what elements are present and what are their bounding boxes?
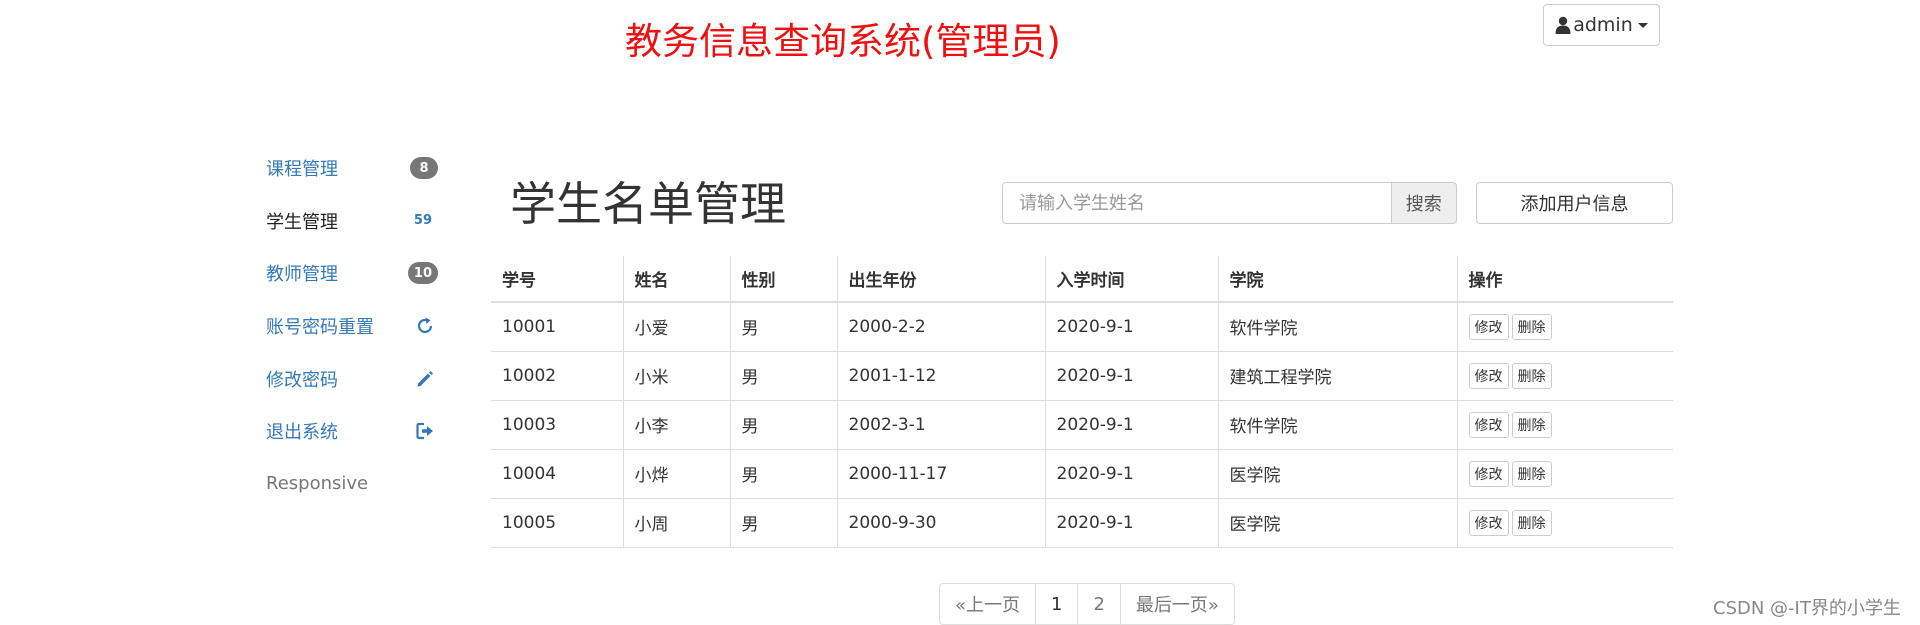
cell-name: 小烨 [622,449,730,499]
table-row: 10005 小周 男 2000-9-30 2020-9-1 医学院 修改 删除 [491,498,1673,548]
sidebar-item-label: 学生管理 [266,211,338,233]
cell-gender: 男 [729,449,837,499]
cell-actions: 修改 删除 [1456,400,1673,450]
sidebar-item-password-reset[interactable]: 账号密码重置 [266,300,438,353]
user-icon [1555,16,1573,34]
cell-enroll-date: 2020-9-1 [1044,449,1218,499]
refresh-icon [414,315,436,337]
delete-button[interactable]: 删除 [1511,509,1552,536]
edit-button[interactable]: 修改 [1468,313,1509,340]
sidebar-item-label: 教师管理 [266,264,338,286]
delete-button[interactable]: 删除 [1511,362,1552,389]
cell-gender: 男 [729,400,837,450]
sidebar-item-label: 退出系统 [266,422,338,444]
table-row: 10002 小米 男 2001-1-12 2020-9-1 建筑工程学院 修改删… [491,351,1673,401]
cell-college: 软件学院 [1217,400,1457,450]
sidebar-item-logout[interactable]: 退出系统 [266,405,438,458]
delete-button[interactable]: 删除 [1511,411,1552,438]
cell-name: 小米 [622,351,730,401]
cell-student-id: 10004 [491,449,623,499]
sidebar-item-course-management[interactable]: 课程管理 8 [266,142,438,195]
cell-birth-date: 2001-1-12 [836,351,1045,401]
cell-actions: 修改 删除 [1456,498,1673,548]
logout-icon [414,420,436,442]
page-link-2[interactable]: 2 [1077,584,1119,624]
search-input[interactable] [1002,182,1391,224]
cell-birth-date: 2002-3-1 [836,400,1045,450]
column-header-name: 姓名 [622,256,730,303]
students-table: 学号 姓名 性别 出生年份 入学时间 学院 操作 10001 小爱 男 2000… [491,256,1673,548]
page-link-1[interactable]: 1 [1035,584,1077,624]
table-header-row: 学号 姓名 性别 出生年份 入学时间 学院 操作 [491,256,1673,303]
cell-student-id: 10001 [491,302,623,352]
sidebar-item-label: 课程管理 [266,159,338,181]
column-header-gender: 性别 [729,256,837,303]
column-header-student-id: 学号 [491,256,623,303]
edit-button[interactable]: 修改 [1468,460,1509,487]
cell-birth-date: 2000-11-17 [836,449,1045,499]
cell-actions: 修改 删除 [1456,302,1673,352]
cell-gender: 男 [729,351,837,401]
edit-button[interactable]: 修改 [1468,362,1509,389]
sidebar-item-label: 修改密码 [266,369,338,391]
student-count-badge: 59 [413,213,432,229]
cell-college: 医学院 [1217,449,1457,499]
column-header-college: 学院 [1217,256,1457,303]
cell-student-id: 10003 [491,400,623,450]
add-user-button[interactable]: 添加用户信息 [1476,182,1673,224]
search-group: 搜索 [1002,182,1457,224]
cell-enroll-date: 2020-9-1 [1044,400,1218,450]
caret-down-icon [1637,22,1648,28]
page-title: 学生名单管理 [510,177,786,231]
cell-actions: 修改 删除 [1456,449,1673,499]
column-header-birth-date: 出生年份 [836,256,1045,303]
sidebar-item-label: Responsive [266,473,369,495]
teacher-count-badge: 10 [407,262,438,285]
prev-page-link[interactable]: «上一页 [940,584,1035,624]
cell-gender: 男 [729,498,837,548]
cell-enroll-date: 2020-9-1 [1044,498,1218,548]
course-count-badge: 8 [410,157,438,180]
cell-actions: 修改 删除 [1456,351,1673,401]
cell-student-id: 10002 [491,351,623,401]
delete-button[interactable]: 删除 [1511,313,1552,340]
cell-name: 小爱 [622,302,730,352]
cell-name: 小李 [622,400,730,450]
column-header-enroll-date: 入学时间 [1044,256,1218,303]
pagination: «上一页 1 2 最后一页» [939,583,1235,625]
user-menu-label: admin [1573,14,1633,36]
cell-college: 软件学院 [1217,302,1457,352]
delete-button[interactable]: 删除 [1511,460,1552,487]
cell-college: 医学院 [1217,498,1457,548]
cell-birth-date: 2000-2-2 [836,302,1045,352]
user-menu-button[interactable]: admin [1543,4,1660,46]
table-row: 10003 小李 男 2002-3-1 2020-9-1 软件学院 修改 删除 [491,400,1673,450]
cell-name: 小周 [622,498,730,548]
sidebar-item-student-management[interactable]: 学生管理 59 [266,195,438,248]
column-header-actions: 操作 [1456,256,1673,303]
last-page-link[interactable]: 最后一页» [1119,584,1234,624]
cell-enroll-date: 2020-9-1 [1044,351,1218,401]
cell-college: 建筑工程学院 [1217,351,1457,401]
sidebar-item-responsive: Responsive [266,458,438,511]
edit-button[interactable]: 修改 [1468,509,1509,536]
cell-gender: 男 [729,302,837,352]
pencil-icon [414,368,436,390]
app-title: 教务信息查询系统(管理员) [625,20,1061,63]
search-button[interactable]: 搜索 [1390,182,1457,224]
edit-button[interactable]: 修改 [1468,411,1509,438]
watermark: CSDN @-IT界的小学生 [1713,598,1901,619]
cell-enroll-date: 2020-9-1 [1044,302,1218,352]
sidebar-item-change-password[interactable]: 修改密码 [266,352,438,405]
cell-birth-date: 2000-9-30 [836,498,1045,548]
table-row: 10001 小爱 男 2000-2-2 2020-9-1 软件学院 修改 删除 [491,302,1673,352]
cell-student-id: 10005 [491,498,623,548]
sidebar-nav: 课程管理 8 学生管理 59 教师管理 10 账号密码重置 修改密码 退出系统 [266,142,438,510]
table-row: 10004 小烨 男 2000-11-17 2020-9-1 医学院 修改 删除 [491,449,1673,499]
sidebar-item-teacher-management[interactable]: 教师管理 10 [266,247,438,300]
sidebar-item-label: 账号密码重置 [266,317,374,339]
